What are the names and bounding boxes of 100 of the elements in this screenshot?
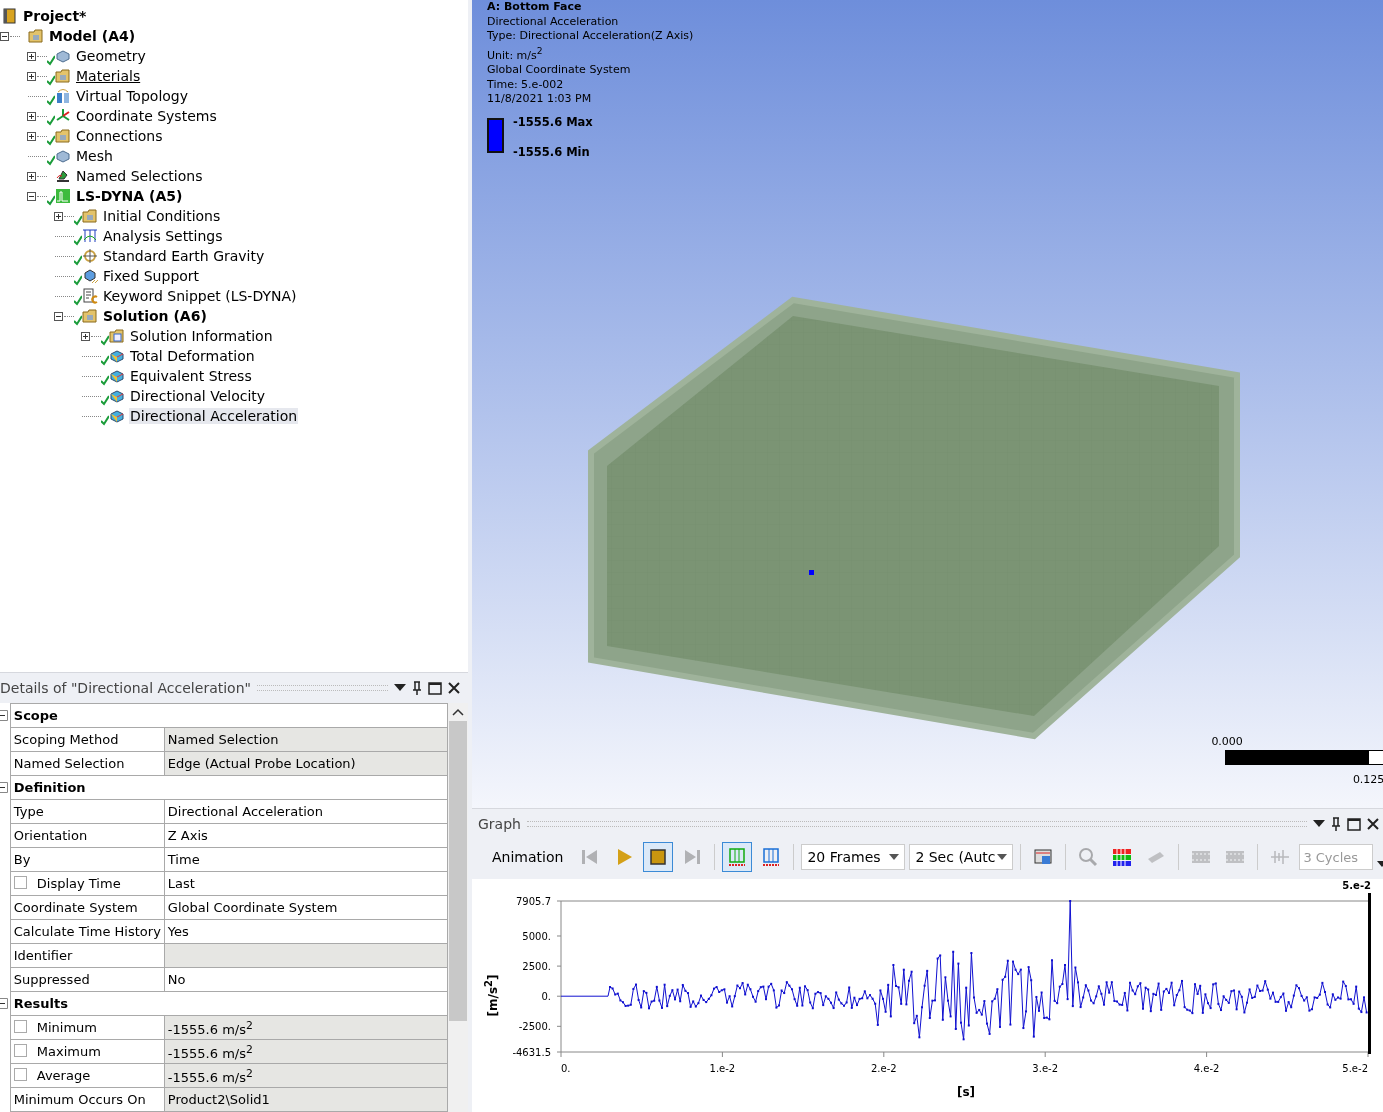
result-info-line: Time: 5.e-002 bbox=[487, 77, 565, 93]
panel-title: Details of "Directional Acceleration" bbox=[0, 680, 251, 696]
group-header[interactable]: Results bbox=[10, 991, 448, 1016]
tree-item[interactable]: Geometry bbox=[75, 48, 147, 64]
folder-icon bbox=[55, 68, 71, 84]
property-value[interactable]: -1555.6 m/s$^{2}$ bbox=[164, 1063, 448, 1088]
tree-item[interactable]: Keyword Snippet (LS-DYNA) bbox=[102, 288, 298, 304]
tree-item[interactable]: Total Deformation bbox=[129, 348, 256, 364]
analysis-icon bbox=[55, 188, 71, 204]
property-label: Coordinate System bbox=[10, 895, 165, 920]
pin-icon[interactable] bbox=[1331, 817, 1342, 831]
frame-grid-button[interactable] bbox=[722, 842, 753, 872]
tree-item[interactable]: Directional Velocity bbox=[129, 388, 267, 404]
tree-item[interactable]: LS-DYNA (A5) bbox=[75, 188, 184, 204]
property-value[interactable]: Global Coordinate System bbox=[164, 895, 448, 920]
expand-toggle[interactable] bbox=[27, 171, 36, 181]
tree-item[interactable]: Model (A4) bbox=[48, 28, 137, 44]
expand-toggle[interactable] bbox=[27, 131, 36, 141]
collapse-toggle[interactable] bbox=[0, 31, 9, 41]
expand-toggle[interactable] bbox=[27, 111, 36, 121]
3d-viewport[interactable]: A: Bottom Face Directional Acceleration Type: Directional Acceleration(Z Axis) Unit: m/s$^{2}$ Global Coordinate System Time: 5.e-002 11/8/2021 1:03 PM -1555.6 Max -1555.6 Min 0.000 0.125 bbox=[472, 0, 1383, 808]
scrollbar[interactable] bbox=[448, 703, 468, 1112]
property-value[interactable]: Last bbox=[164, 871, 448, 896]
maximize-icon[interactable] bbox=[1347, 817, 1362, 831]
property-value[interactable]: -1555.6 m/s$^{2}$ bbox=[164, 1015, 448, 1040]
tree-item[interactable]: Solution (A6) bbox=[102, 308, 208, 324]
close-icon[interactable] bbox=[448, 682, 460, 694]
x-tick-label: 2.e-2 bbox=[870, 1063, 897, 1074]
collapse-toggle[interactable] bbox=[0, 710, 8, 721]
property-label: Display Time bbox=[10, 871, 165, 896]
result-cube-icon bbox=[109, 368, 125, 384]
collapse-toggle[interactable] bbox=[27, 191, 36, 201]
property-value[interactable]: Edge (Actual Probe Location) bbox=[164, 751, 448, 776]
folder-icon bbox=[82, 308, 98, 324]
duration-dropdown[interactable]: 2 Sec (Autc bbox=[909, 844, 1014, 870]
expand-toggle[interactable] bbox=[27, 71, 36, 81]
cube-icon bbox=[55, 48, 71, 64]
property-label: Scoping Method bbox=[10, 727, 165, 752]
expand-toggle[interactable] bbox=[54, 211, 63, 221]
checkbox[interactable] bbox=[13, 1068, 27, 1081]
film-save-icon bbox=[1033, 847, 1054, 867]
cursor-label: 5.e-2 bbox=[1342, 880, 1371, 891]
property-value[interactable]: Product2\Solid1 bbox=[164, 1087, 448, 1112]
legend-max: -1555.6 Max bbox=[513, 115, 593, 129]
result-info-line: Global Coordinate System bbox=[487, 63, 632, 78]
dropdown-caret-icon bbox=[997, 854, 1008, 860]
property-value[interactable]: -1555.6 m/s$^{2}$ bbox=[164, 1039, 448, 1064]
collapse-toggle[interactable] bbox=[0, 998, 8, 1009]
close-icon[interactable] bbox=[1367, 818, 1380, 830]
maximize-icon[interactable] bbox=[428, 681, 442, 695]
expand-toggle[interactable] bbox=[81, 331, 90, 341]
property-value[interactable]: No bbox=[164, 967, 448, 992]
tree-item[interactable]: Named Selections bbox=[75, 168, 204, 184]
tree-item[interactable]: Fixed Support bbox=[102, 268, 201, 284]
scale-end-label: 0.125 bbox=[1352, 773, 1383, 786]
y-tick-label: 2500. bbox=[522, 961, 551, 973]
expand-toggle[interactable] bbox=[27, 51, 36, 61]
result-cube-icon bbox=[109, 348, 125, 364]
checkbox[interactable] bbox=[13, 1020, 27, 1033]
tree-item[interactable]: Mesh bbox=[75, 148, 114, 164]
property-value[interactable]: Time bbox=[164, 847, 448, 872]
collapse-toggle[interactable] bbox=[0, 782, 8, 793]
checkbox[interactable] bbox=[13, 876, 27, 889]
checkbox[interactable] bbox=[13, 1044, 27, 1057]
info-icon bbox=[109, 328, 125, 344]
dropdown-caret-icon[interactable] bbox=[1313, 820, 1326, 828]
folder-icon bbox=[55, 128, 71, 144]
group-header[interactable]: Scope bbox=[10, 703, 448, 728]
property-value[interactable]: Directional Acceleration bbox=[164, 799, 448, 824]
property-value[interactable]: Yes bbox=[164, 919, 448, 944]
tree-item[interactable]: Connections bbox=[75, 128, 164, 144]
dropdown-caret-icon bbox=[889, 854, 900, 860]
scroll-up-icon[interactable] bbox=[452, 707, 464, 717]
tree-item[interactable]: Virtual Topology bbox=[75, 88, 189, 104]
property-value[interactable]: Named Selection bbox=[164, 727, 448, 752]
tree-item[interactable]: Project* bbox=[22, 8, 88, 24]
frame-columns-icon bbox=[761, 847, 782, 867]
y-tick-label: 5000. bbox=[522, 931, 551, 942]
tree-item[interactable]: Standard Earth Gravity bbox=[102, 248, 266, 264]
property-label: Type bbox=[10, 799, 165, 824]
stop-button[interactable] bbox=[643, 842, 674, 872]
group-header[interactable]: Definition bbox=[10, 775, 448, 800]
y-tick-label: 0. bbox=[541, 991, 551, 1003]
tree-item[interactable]: Analysis Settings bbox=[102, 228, 224, 244]
tree-item[interactable]: Solution Information bbox=[129, 328, 274, 344]
dropdown-caret-icon[interactable] bbox=[394, 684, 406, 692]
tree-item[interactable]: Initial Conditions bbox=[102, 208, 222, 224]
tree-item[interactable]: Equivalent Stress bbox=[129, 368, 253, 384]
result-info-line: 11/8/2021 1:03 PM bbox=[487, 92, 593, 107]
pin-icon[interactable] bbox=[412, 681, 422, 695]
tree-item[interactable]: Materials bbox=[75, 68, 142, 84]
panels-icon bbox=[55, 88, 71, 104]
stop-icon bbox=[648, 847, 669, 867]
tree-item[interactable]: Directional Acceleration bbox=[129, 408, 299, 424]
settings-icon bbox=[82, 228, 98, 244]
collapse-toggle[interactable] bbox=[54, 311, 63, 321]
property-value[interactable]: Z Axis bbox=[164, 823, 448, 848]
book-icon bbox=[2, 8, 18, 24]
frames-dropdown[interactable]: 20 Frames bbox=[801, 844, 906, 870]
tree-item[interactable]: Coordinate Systems bbox=[75, 108, 218, 124]
